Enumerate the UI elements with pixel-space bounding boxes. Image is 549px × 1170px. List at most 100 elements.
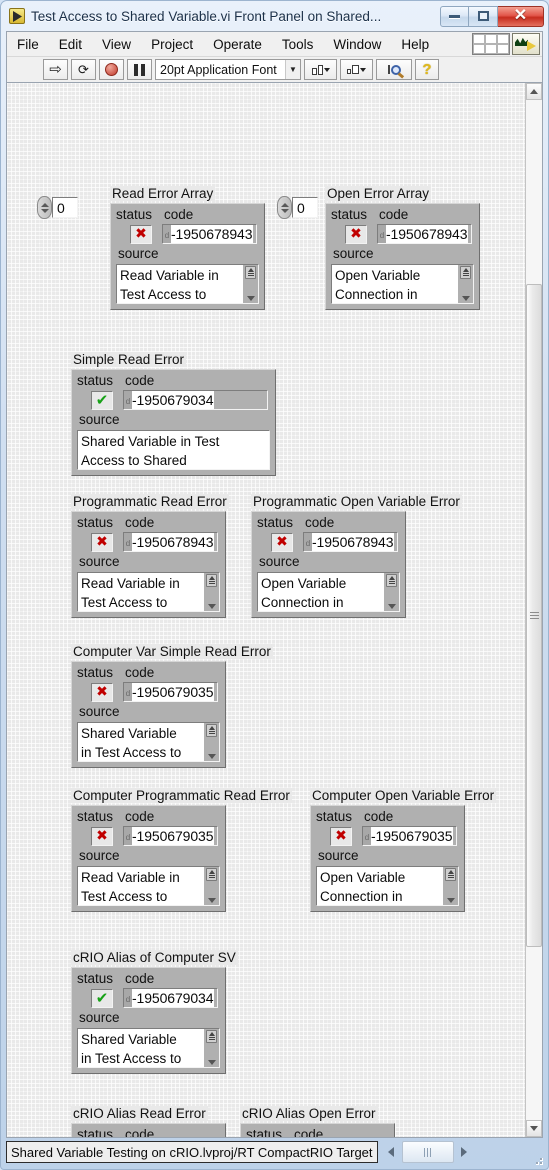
vi-connector-icon[interactable] (512, 33, 540, 55)
menu-item-view[interactable]: View (92, 32, 141, 56)
scroll-thumb-icon[interactable] (460, 266, 471, 279)
chevron-down-icon[interactable]: ▼ (285, 60, 300, 79)
scroll-thumb-icon[interactable] (445, 868, 456, 881)
cluster-programmatic-read-error: Programmatic Read Error status code ✖ d -1950… (71, 493, 229, 618)
window-resize-grip[interactable] (529, 1151, 543, 1165)
source-scrollbar[interactable] (458, 265, 473, 303)
horizontal-scroll-thumb[interactable] (401, 1141, 454, 1163)
chevron-down-icon[interactable] (207, 604, 216, 609)
horizontal-scrollbar[interactable] (380, 1141, 525, 1163)
code-field[interactable]: d -1950679035 (123, 682, 218, 702)
source-field[interactable]: Open Variable Connection in (331, 264, 474, 304)
vertical-scroll-track[interactable] (526, 100, 542, 1120)
code-field[interactable]: d -1950678943 (377, 224, 472, 244)
chevron-down-icon[interactable] (387, 604, 396, 609)
scroll-thumb-icon[interactable] (206, 724, 217, 737)
source-field[interactable]: Shared Variable in Test Access to Shared (77, 430, 270, 470)
scroll-left-button[interactable] (382, 1141, 401, 1163)
scroll-thumb-icon[interactable] (206, 574, 217, 587)
vertical-scroll-thumb[interactable] (526, 283, 542, 947)
decrement-arrow-icon[interactable] (40, 208, 49, 213)
maximize-button[interactable] (469, 5, 498, 27)
run-button[interactable]: ⇨ (43, 59, 68, 80)
pause-button[interactable] (127, 59, 152, 80)
front-panel-canvas[interactable]: 0 0 Read Error Array status code ✖ d -195067894… (7, 83, 525, 1137)
increment-arrow-icon[interactable] (280, 202, 289, 207)
source-scrollbar[interactable] (443, 867, 458, 905)
index-spinner[interactable] (277, 196, 292, 219)
source-field[interactable]: Shared Variable in Test Access to (77, 722, 220, 762)
code-field[interactable]: d -1950678943 (162, 224, 257, 244)
menu-item-file[interactable]: File (7, 32, 49, 56)
source-field[interactable]: Read Variable in Test Access to (77, 572, 220, 612)
scroll-thumb-icon[interactable] (206, 868, 217, 881)
chevron-down-icon[interactable] (207, 754, 216, 759)
increment-arrow-icon[interactable] (40, 202, 49, 207)
source-scrollbar[interactable] (243, 265, 258, 303)
menu-item-operate[interactable]: Operate (203, 32, 272, 56)
code-field[interactable]: d -1950679034 (123, 390, 268, 410)
code-field[interactable]: d -1950679035 (362, 826, 457, 846)
decrement-arrow-icon[interactable] (280, 208, 289, 213)
chevron-down-icon[interactable] (207, 1060, 216, 1065)
abort-execution-button[interactable] (99, 59, 124, 80)
run-continuously-button[interactable]: ⟳ (71, 59, 96, 80)
code-value: -1950679035 (132, 827, 215, 845)
window-pane-grid-icon[interactable] (472, 33, 510, 55)
source-field[interactable]: Shared Variable in Test Access to (77, 1028, 220, 1068)
menu-item-tools[interactable]: Tools (272, 32, 324, 56)
menu-item-project[interactable]: Project (141, 32, 203, 56)
status-error-indicator: ✖ (91, 826, 113, 846)
source-scrollbar[interactable] (204, 573, 219, 611)
code-label: code (125, 373, 155, 388)
chevron-down-icon[interactable] (246, 296, 255, 301)
menu-item-window[interactable]: Window (323, 32, 391, 56)
code-datatype-prefix: d (378, 225, 386, 243)
source-scrollbar[interactable] (204, 1029, 219, 1067)
index-spinner[interactable] (37, 196, 52, 219)
source-field[interactable]: Read Variable in Test Access to (116, 264, 259, 304)
code-field[interactable]: d -1950678943 (123, 532, 218, 552)
source-scrollbar[interactable] (384, 573, 399, 611)
chevron-down-icon[interactable] (207, 898, 216, 903)
source-field[interactable]: Open Variable Connection in (316, 866, 459, 906)
vertical-scrollbar[interactable] (525, 83, 542, 1137)
cluster-value-row: ✔ d -1950679034 (77, 390, 270, 410)
open-error-array-index[interactable]: 0 (277, 196, 318, 219)
minimize-button[interactable] (440, 5, 469, 27)
scroll-up-button[interactable] (526, 83, 542, 100)
status-label: status (257, 515, 294, 530)
scroll-down-button[interactable] (526, 1120, 542, 1137)
code-field[interactable]: d -1950679035 (123, 826, 218, 846)
scroll-thumb-icon[interactable] (245, 266, 256, 279)
error-cluster-open-error-array: status code ✖ d -1950678943 source Open Variab… (325, 203, 480, 310)
source-scrollbar[interactable] (204, 867, 219, 905)
context-help-button[interactable]: ? (415, 59, 439, 80)
source-field[interactable]: Open Variable Connection in (257, 572, 400, 612)
source-field[interactable]: Read Variable in Test Access to (77, 866, 220, 906)
code-label: code (125, 515, 155, 530)
chevron-down-icon[interactable] (446, 898, 455, 903)
source-label: source (79, 554, 120, 569)
source-scrollbar[interactable] (204, 723, 219, 761)
search-button[interactable] (376, 59, 412, 80)
align-objects-button[interactable] (304, 59, 337, 80)
menu-item-edit[interactable]: Edit (49, 32, 92, 56)
chevron-down-icon[interactable] (461, 296, 470, 301)
menu-item-help[interactable]: Help (391, 32, 439, 56)
index-value[interactable]: 0 (292, 197, 318, 218)
code-field[interactable]: d -1950678943 (303, 532, 398, 552)
code-field[interactable]: d -1950679034 (123, 988, 218, 1008)
font-selector[interactable]: 20pt Application Font ▼ (155, 59, 301, 80)
tool-bar: ⇨ ⟳ 20pt Application Font ▼ ? (7, 57, 542, 83)
error-cluster-crio-alias-read-error: statuscode✖d-1950678943sourceRead Variab… (71, 1123, 226, 1137)
index-value[interactable]: 0 (52, 197, 78, 218)
read-error-array-index[interactable]: 0 (37, 196, 78, 219)
scroll-right-button[interactable] (455, 1141, 474, 1163)
scroll-thumb-icon[interactable] (386, 574, 397, 587)
error-x-icon: ✖ (96, 534, 108, 550)
distribute-objects-button[interactable] (340, 59, 373, 80)
context-path-field: Shared Variable Testing on cRIO.lvproj/R… (6, 1141, 378, 1163)
scroll-thumb-icon[interactable] (206, 1030, 217, 1043)
close-button[interactable]: ✕ (498, 5, 544, 27)
